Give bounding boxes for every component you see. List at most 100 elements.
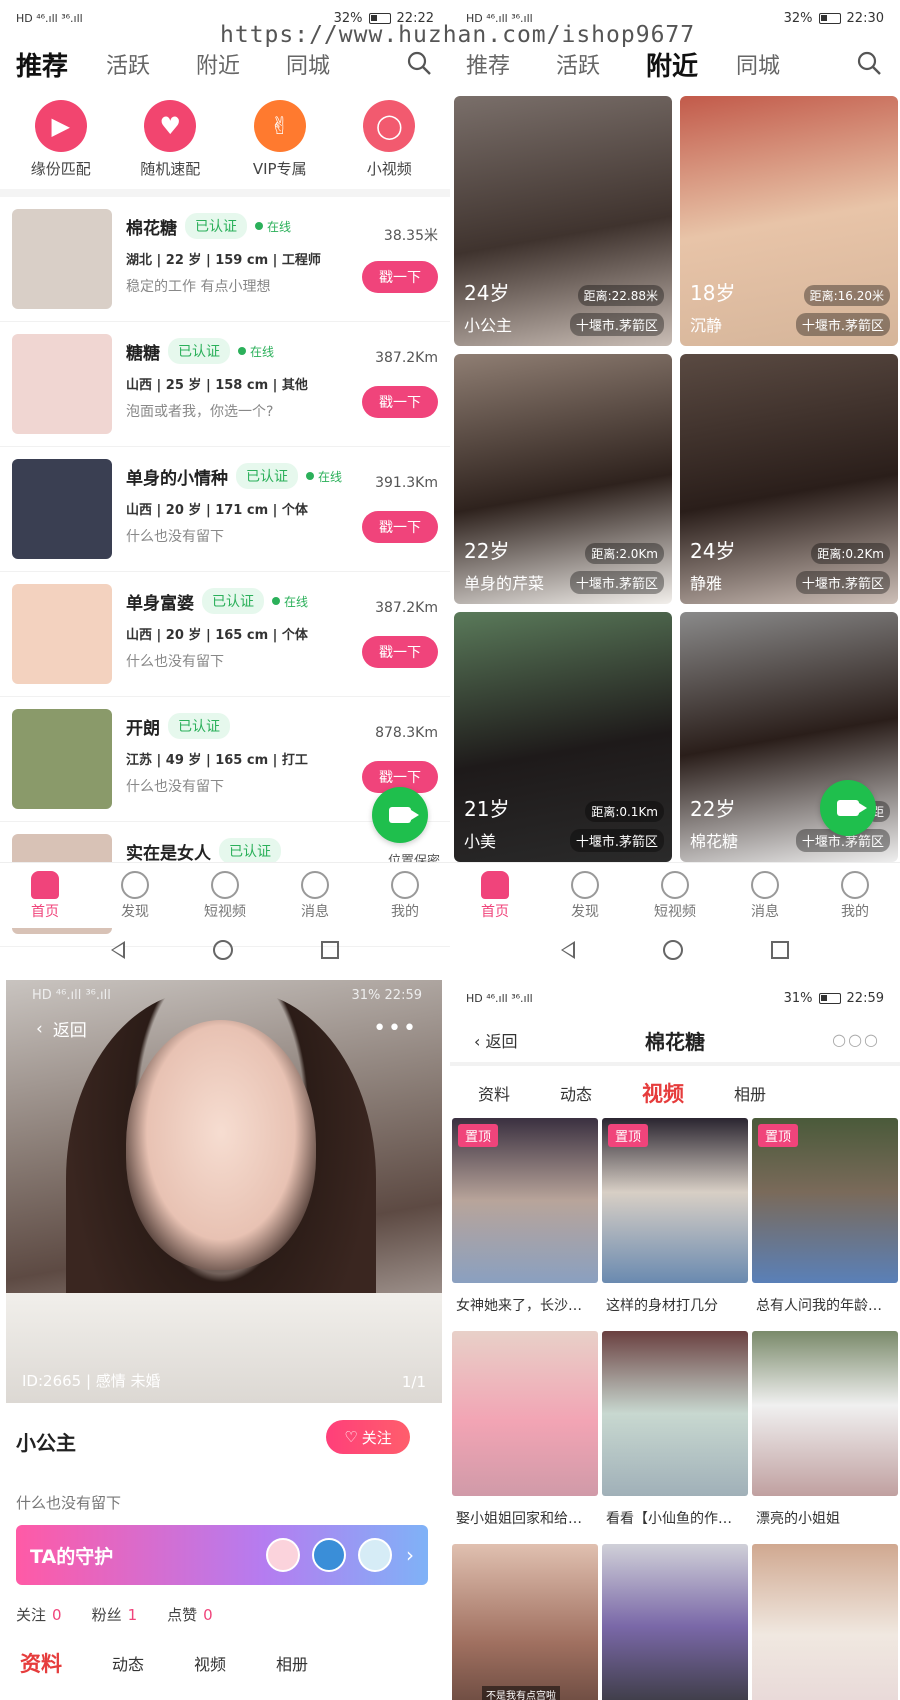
card-age: 21岁 [464,797,510,821]
card-distance: 距离:0.1Km [585,801,664,822]
video-thumbnail [602,1331,748,1496]
video-item[interactable] [602,1544,748,1700]
profile-card[interactable]: 24岁 距离:0.2Km 静雅 十堰市.茅箭区 [680,354,898,604]
guardian-avatar [358,1538,392,1572]
video-call-fab[interactable] [820,780,876,836]
profile-card[interactable]: 21岁 距离:0.1Km 小美 十堰市.茅箭区 [454,612,672,862]
video-item[interactable]: 看看【小仙鱼的作… [602,1331,748,1538]
distance: 878.3Km [375,725,438,741]
card-name: 小公主 [464,316,513,335]
pinned-badge: 置顶 [608,1124,649,1147]
nav-messages[interactable]: 消息 [725,870,805,921]
profile-card[interactable]: 24岁 距离:22.88米 小公主 十堰市.茅箭区 [454,96,672,346]
tab-same-city[interactable]: 同城 [286,48,376,80]
tab-active[interactable]: 活跃 [556,48,646,80]
tab-nearby[interactable]: 附近 [646,46,736,83]
nav-me[interactable]: 我的 [365,870,445,921]
tab-1[interactable]: 动态 [560,1081,592,1105]
user-info: 糖糖 已认证 在线 山西 | 25 岁 | 158 cm | 其他 泡面或者我，你选一个… [126,334,438,434]
card-city: 十堰市.茅箭区 [569,829,664,852]
clock: 22:59 [384,988,422,1003]
feature-label: 小视频 [366,160,412,178]
search-icon[interactable] [406,50,432,76]
nav-short-video[interactable]: 短视频 [635,870,715,921]
profile-card[interactable]: 22岁 距离:2.0Km 单身的芹菜 十堰市.茅箭区 [454,354,672,604]
nav-home[interactable]: 首页 [5,870,85,921]
more-icon[interactable]: ○○○ [832,1030,880,1049]
tab-2[interactable]: 视频 [642,1078,684,1108]
message-icon [301,870,329,899]
list-item[interactable]: 棉花糖 已认证 在线 湖北 | 22 岁 | 159 cm | 工程师 稳定的工作 有点… [0,197,450,322]
feature-2[interactable]: ✌ VIP专属 [230,100,330,179]
list-item[interactable]: 单身富婆 已认证 在线 山西 | 20 岁 | 165 cm | 个体 什么也没有留下 3… [0,572,450,697]
nav-messages[interactable]: 消息 [275,870,355,921]
video-item[interactable]: 娶小姐姐回家和给… [452,1331,598,1538]
stat-label: 关注 [16,1606,47,1624]
feature-1[interactable]: ♥ 随机速配 [120,100,220,179]
stat-item[interactable]: 关注 0 [16,1604,62,1625]
stat-label: 点赞 [167,1606,198,1624]
system-home-icon[interactable] [663,940,683,960]
poke-button[interactable]: 戳一下 [362,261,438,293]
video-item[interactable]: 漂亮的小姐姐 [752,1331,898,1538]
system-recents-icon[interactable] [771,941,789,959]
smile-icon [841,870,869,899]
stat-item[interactable]: 点赞 0 [167,1604,213,1625]
guardian-banner[interactable]: TA的守护 › [16,1525,428,1585]
nav-label: 短视频 [654,903,696,920]
video-call-fab[interactable] [372,787,428,843]
profile-photo[interactable]: HD ⁴⁶.ıll ³⁶.ıll 31% 22:59 ‹ 返回 ••• ID:26… [6,980,442,1403]
tab-nearby[interactable]: 附近 [196,48,286,80]
profile-card[interactable]: 18岁 距离:16.20米 沉静 十堰市.茅箭区 [680,96,898,346]
more-icon[interactable]: ••• [373,1016,418,1041]
search-icon[interactable] [856,50,882,76]
verified-badge: 已认证 [219,838,281,864]
poke-button[interactable]: 戳一下 [362,511,438,543]
video-item[interactable]: 不是我有点宫啦 [452,1544,598,1700]
list-item[interactable]: 糖糖 已认证 在线 山西 | 25 岁 | 158 cm | 其他 泡面或者我，你选一个… [0,322,450,447]
card-age: 22岁 [464,539,510,563]
poke-button[interactable]: 戳一下 [362,636,438,668]
tab-0[interactable]: 资料 [478,1081,510,1105]
user-info: 棉花糖 已认证 在线 湖北 | 22 岁 | 159 cm | 工程师 稳定的工作 有点… [126,209,438,309]
tab-recommend[interactable]: 推荐 [16,46,106,83]
tab-1[interactable]: 动态 [112,1651,144,1675]
tab-active[interactable]: 活跃 [106,48,196,80]
list-item[interactable]: 单身的小情种 已认证 在线 山西 | 20 岁 | 171 cm | 个体 什么也没有留… [0,447,450,572]
video-title: 总有人问我的年龄… [756,1298,882,1314]
back-button[interactable]: ‹ 返回 [36,1016,87,1042]
system-home-icon[interactable] [213,940,233,960]
thumbs-up-icon: ✌ [253,100,306,152]
video-item[interactable] [752,1544,898,1700]
video-item[interactable]: 置顶 总有人问我的年龄… [752,1118,898,1325]
feature-3[interactable]: ◯ 小视频 [339,100,439,179]
video-camera-icon: ▶ [34,100,87,152]
nav-discover[interactable]: 发现 [545,870,625,921]
nav-home[interactable]: 首页 [455,870,535,921]
stat-item[interactable]: 粉丝 1 [92,1604,138,1625]
poke-button[interactable]: 戳一下 [362,386,438,418]
video-item[interactable]: 置顶 女神她来了，长沙… [452,1118,598,1325]
system-back-icon[interactable] [111,941,125,959]
tab-3[interactable]: 相册 [276,1651,308,1675]
nav-short-video[interactable]: 短视频 [185,870,265,921]
follow-button[interactable]: ♡ 关注 [326,1420,410,1454]
nav-discover[interactable]: 发现 [95,870,175,921]
card-age: 18岁 [690,281,736,305]
tab-0[interactable]: 资料 [20,1648,62,1678]
tab-same-city[interactable]: 同城 [736,48,826,80]
card-age: 24岁 [690,539,736,563]
system-recents-icon[interactable] [321,941,339,959]
nav-me[interactable]: 我的 [815,870,895,921]
online-label: 在线 [284,594,309,609]
video-item[interactable]: 置顶 这样的身材打几分 [602,1118,748,1325]
tab-2[interactable]: 视频 [194,1651,226,1675]
feature-0[interactable]: ▶ 缘份匹配 [11,100,111,179]
tab-3[interactable]: 相册 [734,1081,766,1105]
user-name: 开朗 [126,718,160,739]
tab-recommend[interactable]: 推荐 [466,48,556,80]
system-back-icon[interactable] [561,941,575,959]
video-caption: 不是我有点宫啦 [482,1686,560,1700]
online-dot-icon [238,347,246,355]
distance: 391.3Km [375,475,438,491]
